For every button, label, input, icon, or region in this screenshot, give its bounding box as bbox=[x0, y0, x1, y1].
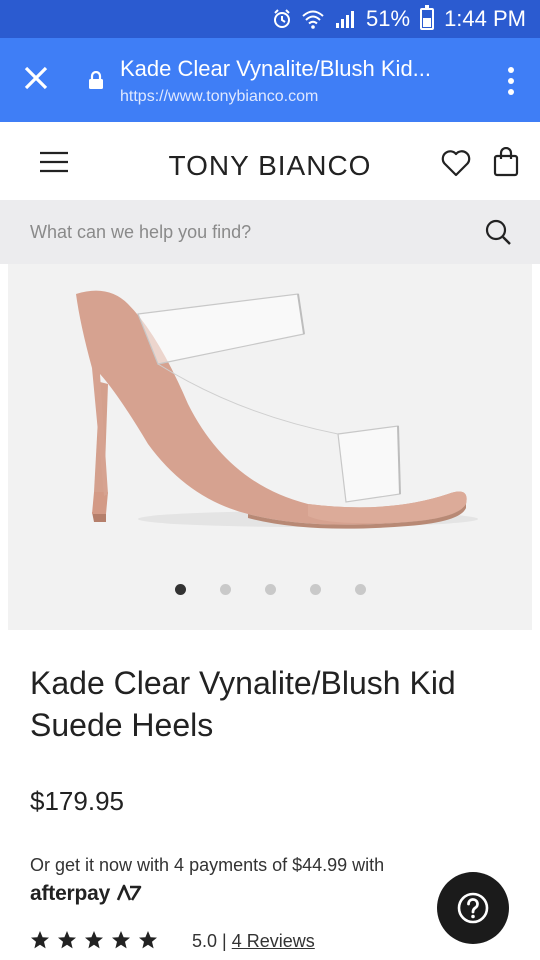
bag-icon[interactable] bbox=[493, 147, 519, 177]
product-price: $179.95 bbox=[30, 786, 124, 816]
search-icon[interactable] bbox=[484, 218, 512, 246]
search-input[interactable] bbox=[30, 200, 450, 264]
heart-icon[interactable] bbox=[441, 149, 471, 177]
rating-separator: | bbox=[222, 931, 227, 951]
wifi-icon bbox=[302, 9, 324, 29]
status-bar: 51% 1:44 PM bbox=[0, 0, 540, 38]
help-button[interactable] bbox=[437, 872, 509, 944]
gallery-dot-1[interactable] bbox=[174, 584, 186, 595]
signal-icon bbox=[334, 9, 356, 29]
close-icon[interactable] bbox=[22, 64, 50, 92]
clock: 1:44 PM bbox=[444, 6, 526, 31]
star-icon bbox=[139, 931, 157, 949]
more-vert-icon[interactable] bbox=[506, 66, 516, 96]
afterpay-logo: afterpay bbox=[30, 882, 142, 906]
product-title: Kade Clear Vynalite/Blush Kid Suede Heel… bbox=[30, 665, 456, 743]
afterpay-arrow-icon bbox=[116, 884, 142, 901]
gallery-dot-2[interactable] bbox=[219, 584, 231, 595]
product-image-gallery[interactable] bbox=[8, 264, 532, 630]
rating-summary: 5.0 | 4 Reviews bbox=[192, 931, 315, 952]
browser-toolbar: Kade Clear Vynalite/Blush Kid... https:/… bbox=[0, 38, 540, 122]
gallery-dot-3[interactable] bbox=[264, 584, 276, 595]
afterpay-wordmark: afterpay bbox=[30, 882, 111, 905]
star-icon bbox=[31, 931, 49, 949]
star-icon bbox=[112, 931, 130, 949]
star-icon bbox=[58, 931, 76, 949]
battery-icon bbox=[420, 5, 435, 30]
question-icon bbox=[457, 892, 489, 924]
star-icon bbox=[85, 931, 103, 949]
site-header: TONY BIANCO bbox=[0, 122, 540, 200]
gallery-dot-5[interactable] bbox=[354, 584, 366, 595]
gallery-dots bbox=[8, 584, 532, 595]
battery-percent: 51% bbox=[366, 6, 411, 31]
browser-url[interactable]: https://www.tonybianco.com bbox=[120, 88, 318, 106]
browser-page-title: Kade Clear Vynalite/Blush Kid... bbox=[120, 56, 432, 81]
rating-value: 5.0 bbox=[192, 931, 218, 951]
alarm-icon bbox=[272, 9, 292, 29]
lock-icon bbox=[89, 71, 103, 89]
reviews-link[interactable]: 4 Reviews bbox=[232, 931, 315, 951]
gallery-dot-4[interactable] bbox=[309, 584, 321, 595]
search-bar bbox=[0, 200, 540, 264]
product-image bbox=[76, 290, 478, 529]
star-rating bbox=[30, 930, 158, 950]
afterpay-text: Or get it now with 4 payments of $44.99 … bbox=[30, 855, 385, 875]
